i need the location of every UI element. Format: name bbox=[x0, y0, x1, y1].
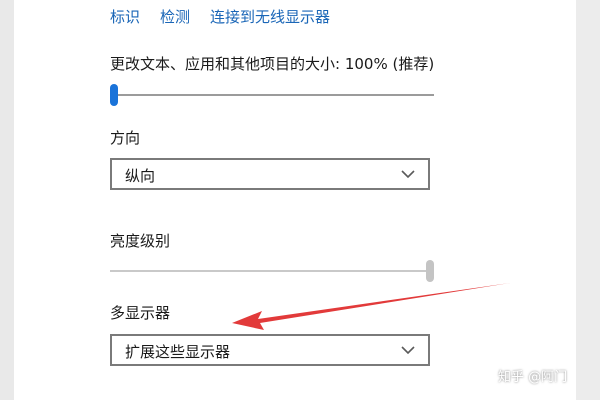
arrow-icon bbox=[232, 283, 510, 330]
detect-link[interactable]: 检测 bbox=[160, 6, 190, 27]
brightness-slider-track bbox=[110, 270, 434, 272]
brightness-slider[interactable] bbox=[110, 256, 434, 286]
watermark: 知乎 @阿门 bbox=[498, 370, 568, 385]
chevron-down-icon bbox=[401, 346, 415, 355]
orientation-selected-value: 纵向 bbox=[125, 167, 156, 185]
multi-display-label: 多显示器 bbox=[110, 304, 171, 322]
brightness-slider-thumb[interactable] bbox=[426, 260, 434, 282]
chevron-down-icon bbox=[401, 170, 415, 179]
multi-display-selected-value: 扩展这些显示器 bbox=[125, 343, 231, 361]
scale-label: 更改文本、应用和其他项目的大小: 100% (推荐) bbox=[110, 55, 435, 73]
orientation-label: 方向 bbox=[110, 129, 141, 147]
multi-display-dropdown[interactable]: 扩展这些显示器 bbox=[110, 334, 430, 366]
connect-wireless-display-link[interactable]: 连接到无线显示器 bbox=[210, 6, 330, 27]
brightness-label: 亮度级别 bbox=[110, 232, 171, 250]
left-strip bbox=[0, 0, 14, 400]
scale-slider[interactable] bbox=[110, 80, 434, 110]
display-settings-page: 标识 检测 连接到无线显示器 更改文本、应用和其他项目的大小: 100% (推荐… bbox=[0, 0, 600, 400]
orientation-dropdown[interactable]: 纵向 bbox=[110, 158, 430, 190]
scale-slider-track bbox=[110, 94, 434, 96]
identify-link[interactable]: 标识 bbox=[110, 6, 140, 27]
scale-slider-thumb[interactable] bbox=[110, 84, 118, 106]
right-strip bbox=[576, 0, 600, 400]
header-links: 标识 检测 连接到无线显示器 bbox=[110, 6, 330, 27]
